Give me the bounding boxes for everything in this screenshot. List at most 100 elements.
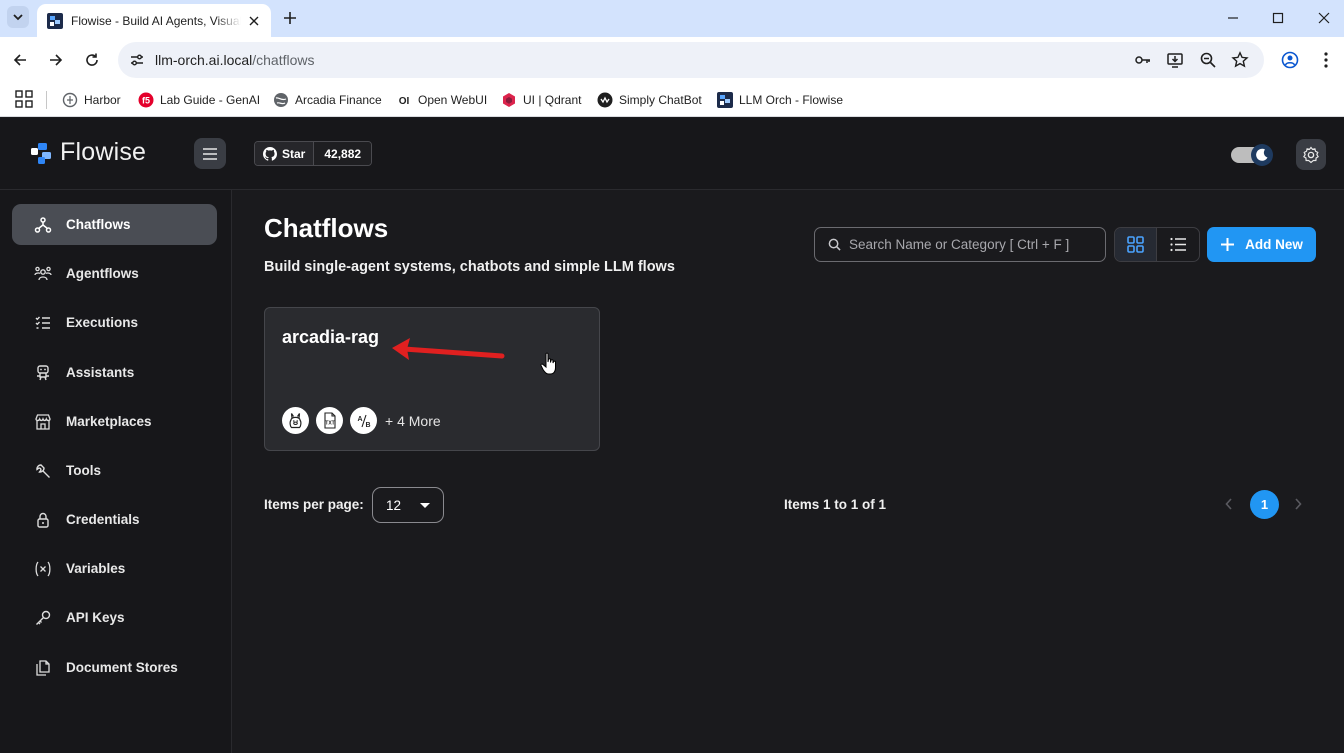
sidebar-item-label: Document Stores xyxy=(66,660,178,675)
url-host: llm-orch.ai.local xyxy=(155,52,253,68)
sidebar-item-assistants[interactable]: Assistants xyxy=(12,352,217,393)
profile-button[interactable] xyxy=(1279,49,1301,71)
bookmark-lab-guide[interactable]: f5 Lab Guide - GenAI xyxy=(138,89,260,111)
bookmark-qdrant[interactable]: UI | Qdrant xyxy=(501,89,581,111)
close-icon xyxy=(1318,12,1330,24)
sidebar-item-label: Variables xyxy=(66,561,126,576)
new-tab-button[interactable] xyxy=(280,8,300,28)
arrow-left-icon xyxy=(13,54,26,66)
bookmark-label: UI | Qdrant xyxy=(523,93,582,107)
arrow-right-icon xyxy=(50,54,63,66)
flowise-logo[interactable]: Flowise xyxy=(30,138,146,167)
next-page-button[interactable] xyxy=(1289,495,1307,513)
ab-icon: AB xyxy=(350,407,377,434)
card-view-button[interactable] xyxy=(1115,228,1158,261)
chatflow-card[interactable]: arcadia-rag TXT AB + 4 More xyxy=(264,307,600,451)
more-nodes-label: + 4 More xyxy=(385,412,441,429)
page-1-button[interactable]: 1 xyxy=(1250,490,1279,519)
plus-icon xyxy=(1221,238,1235,251)
sidebar-item-document-stores[interactable]: Document Stores xyxy=(12,647,217,688)
add-new-button[interactable]: Add New xyxy=(1207,227,1316,262)
tab-title: Flowise - Build AI Agents, Visual LLM Ap… xyxy=(71,13,241,28)
assistants-icon xyxy=(34,364,52,382)
page-subtitle: Build single-agent systems, chatbots and… xyxy=(264,259,675,275)
zoom-icon[interactable] xyxy=(1199,51,1217,69)
bookmark-llm-orch-flowise[interactable]: LLM Orch - Flowise xyxy=(717,89,843,111)
dark-mode-toggle[interactable] xyxy=(1231,144,1277,166)
maximize-button[interactable] xyxy=(1268,8,1288,28)
items-per-page-select[interactable]: 12 xyxy=(372,487,444,523)
sidebar-item-label: Chatflows xyxy=(66,217,131,232)
sidebar-item-api-keys[interactable]: API Keys xyxy=(12,597,217,638)
harbor-icon xyxy=(62,92,78,108)
items-per-page-label: Items per page: xyxy=(264,497,364,512)
close-window-button[interactable] xyxy=(1314,8,1334,28)
plus-icon xyxy=(284,12,296,24)
txt-file-icon: TXT xyxy=(316,407,343,434)
search-input[interactable] xyxy=(849,237,1099,252)
bookmark-arcadia-finance[interactable]: Arcadia Finance xyxy=(273,89,382,111)
forward-button[interactable] xyxy=(45,49,67,71)
lock-icon xyxy=(34,511,52,529)
flowise-favicon-icon xyxy=(47,12,63,29)
qdrant-icon xyxy=(503,93,515,107)
apps-grid-icon[interactable] xyxy=(15,90,33,108)
site-settings-icon[interactable] xyxy=(128,51,146,69)
bookmarks-bar: Harbor f5 Lab Guide - GenAI Arcadia Fina… xyxy=(0,83,1344,117)
tools-icon xyxy=(34,462,52,480)
chevron-down-icon xyxy=(13,14,23,21)
sidebar-toggle-button[interactable] xyxy=(194,138,226,169)
svg-text:A: A xyxy=(357,416,362,423)
bookmark-star-icon[interactable] xyxy=(1231,51,1249,69)
bookmark-label: Lab Guide - GenAI xyxy=(160,93,261,107)
items-per-page-value: 12 xyxy=(386,497,402,513)
bookmark-open-webui[interactable]: OI Open WebUI xyxy=(396,89,487,111)
browser-tab-active[interactable]: Flowise - Build AI Agents, Visual LLM Ap… xyxy=(37,4,271,37)
previous-page-button[interactable] xyxy=(1220,495,1238,513)
minimize-button[interactable] xyxy=(1223,8,1243,28)
bookmark-label: Open WebUI xyxy=(418,93,488,107)
svg-text:TXT: TXT xyxy=(325,421,334,427)
url-path: /chatflows xyxy=(252,52,315,68)
sidebar-item-agentflows[interactable]: Agentflows xyxy=(12,253,217,294)
bookmark-harbor[interactable]: Harbor xyxy=(62,89,121,111)
sidebar-item-tools[interactable]: Tools xyxy=(12,450,217,491)
search-field[interactable] xyxy=(814,227,1106,262)
browser-menu-button[interactable] xyxy=(1315,49,1337,71)
install-app-icon[interactable] xyxy=(1166,51,1184,69)
sidebar-item-credentials[interactable]: Credentials xyxy=(12,499,217,540)
chatflow-card-title: arcadia-rag xyxy=(282,327,380,347)
document-stores-icon xyxy=(34,659,52,677)
variables-icon xyxy=(34,560,52,578)
sidebar-item-chatflows[interactable]: Chatflows xyxy=(12,204,217,245)
reload-button[interactable] xyxy=(81,49,103,71)
key-icon xyxy=(34,609,52,627)
agentflows-icon xyxy=(34,265,52,283)
sidebar-item-label: Assistants xyxy=(66,365,135,380)
tab-close-icon[interactable] xyxy=(245,12,263,30)
bookmark-label: Harbor xyxy=(84,93,121,107)
list-view-button[interactable] xyxy=(1157,228,1199,261)
list-view-icon xyxy=(1169,237,1186,252)
sidebar-item-executions[interactable]: Executions xyxy=(12,302,217,343)
openwebui-icon: OI xyxy=(399,96,410,107)
sidebar-item-marketplaces[interactable]: Marketplaces xyxy=(12,401,217,442)
github-star-button[interactable]: Star xyxy=(255,142,315,165)
hamburger-menu-icon xyxy=(203,147,217,160)
tab-search-button[interactable] xyxy=(7,6,29,28)
kebab-menu-icon xyxy=(1324,52,1328,68)
bookmark-simply-chatbot[interactable]: Simply ChatBot xyxy=(597,89,702,111)
github-star-widget[interactable]: Star 42,882 xyxy=(254,141,373,166)
gear-icon xyxy=(1303,146,1319,163)
github-star-label: Star xyxy=(282,146,306,161)
bookmark-label: LLM Orch - Flowise xyxy=(739,93,844,107)
chevron-left-icon xyxy=(1225,498,1232,510)
back-button[interactable] xyxy=(9,49,31,71)
settings-button[interactable] xyxy=(1296,139,1326,170)
password-key-icon[interactable] xyxy=(1134,51,1152,69)
sidebar-item-label: Agentflows xyxy=(66,266,139,281)
flowise-logo-icon xyxy=(31,142,51,164)
address-bar[interactable]: llm-orch.ai.local/chatflows xyxy=(118,42,1264,78)
sidebar: Chatflows Agentflows Executions Assistan… xyxy=(0,190,232,753)
sidebar-item-variables[interactable]: Variables xyxy=(12,548,217,589)
